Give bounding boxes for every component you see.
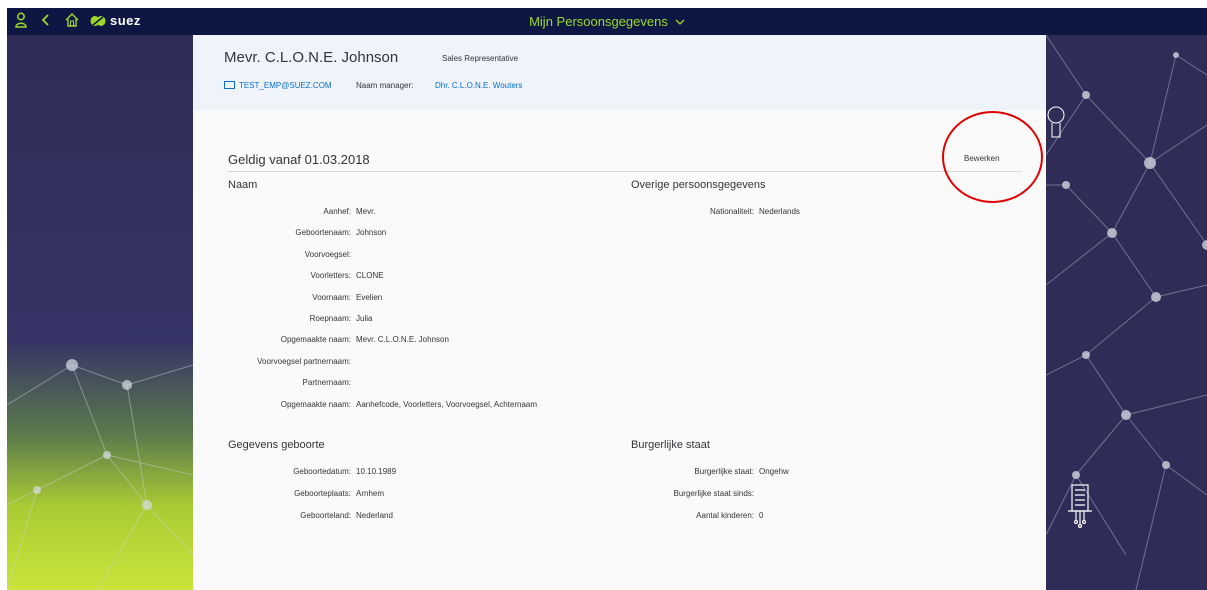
field-label: Aantal kinderen: xyxy=(696,511,754,520)
mail-icon xyxy=(224,81,235,89)
field-value: Julia xyxy=(356,314,373,323)
field-value: 10.10.1989 xyxy=(356,467,397,476)
field-value: Evelien xyxy=(356,293,383,302)
valid-from-title: Geldig vanaf 01.03.2018 xyxy=(228,152,370,167)
field-value: CLONE xyxy=(356,271,384,280)
field-label: Nationaliteit: xyxy=(709,207,754,216)
highlight-circle xyxy=(942,111,1043,203)
field-label: Geboorteland: xyxy=(300,511,351,520)
field-label: Opgemaakte naam: xyxy=(280,400,351,409)
manager-label: Naam manager: xyxy=(356,81,414,90)
shell-bar: suez Mijn Persoonsgegevens xyxy=(7,8,1207,35)
field-label: Roepnaam: xyxy=(309,314,351,323)
field-label: Burgerlijke staat: xyxy=(694,467,754,476)
divider xyxy=(227,171,1022,172)
field-label: Geboortenaam: xyxy=(295,228,351,237)
field-value: Aanhefcode, Voorletters, Voorvoegsel, Ac… xyxy=(356,400,538,409)
field-label: Voornaam: xyxy=(312,293,351,302)
app-title[interactable]: Mijn Persoonsgegevens xyxy=(529,14,668,29)
field-value: Mevr. xyxy=(356,207,376,216)
field-label: Burgerlijke staat sinds: xyxy=(673,489,754,498)
field-value: Arnhem xyxy=(356,489,385,498)
field-value: Mevr. C.L.O.N.E. Johnson xyxy=(356,335,449,344)
background-decoration-left xyxy=(7,35,193,590)
field-value: 0 xyxy=(759,511,764,520)
field-label: Aanhef: xyxy=(323,207,351,216)
field-label: Voorvoegsel partnernaam: xyxy=(257,357,351,366)
field-value: Ongehw xyxy=(759,467,789,476)
section-title-geboorte: Gegevens geboorte xyxy=(228,439,325,451)
employee-name: Mevr. C.L.O.N.E. Johnson xyxy=(224,49,399,66)
field-value: Nederland xyxy=(356,511,393,520)
employee-email-link[interactable]: TEST_EMP@SUEZ.COM xyxy=(224,81,332,90)
employee-role: Sales Representative xyxy=(442,54,519,63)
field-label: Voorvoegsel: xyxy=(304,250,351,259)
section-title-naam: Naam xyxy=(228,179,258,191)
app-title-menu[interactable]: Mijn Persoonsgegevens xyxy=(7,14,1207,29)
section-title-burgerlijk: Burgerlijke staat xyxy=(631,439,710,451)
field-label: Geboortedatum: xyxy=(293,467,351,476)
employee-email[interactable]: TEST_EMP@SUEZ.COM xyxy=(239,81,332,90)
field-label: Geboorteplaats: xyxy=(294,489,351,498)
section-title-overige: Overige persoonsgegevens xyxy=(631,179,766,191)
field-label: Opgemaakte naam: xyxy=(280,335,351,344)
field-value: Johnson xyxy=(356,228,387,237)
field-label: Voorletters: xyxy=(310,271,351,280)
employee-header: Mevr. C.L.O.N.E. Johnson Sales Represent… xyxy=(193,35,1046,110)
chevron-down-icon[interactable] xyxy=(672,17,685,29)
background-decoration-right xyxy=(1046,35,1207,590)
personal-data-form: Geldig vanaf 01.03.2018 Bewerken Naam Aa… xyxy=(193,110,1046,590)
field-label: Partnernaam: xyxy=(302,378,351,387)
field-value: Nederlands xyxy=(759,207,800,216)
manager-link[interactable]: Dhr. C.L.O.N.E. Wouters xyxy=(435,81,522,90)
app-shell: suez Mijn Persoonsgegevens Mevr. C.L.O.N… xyxy=(7,8,1207,590)
